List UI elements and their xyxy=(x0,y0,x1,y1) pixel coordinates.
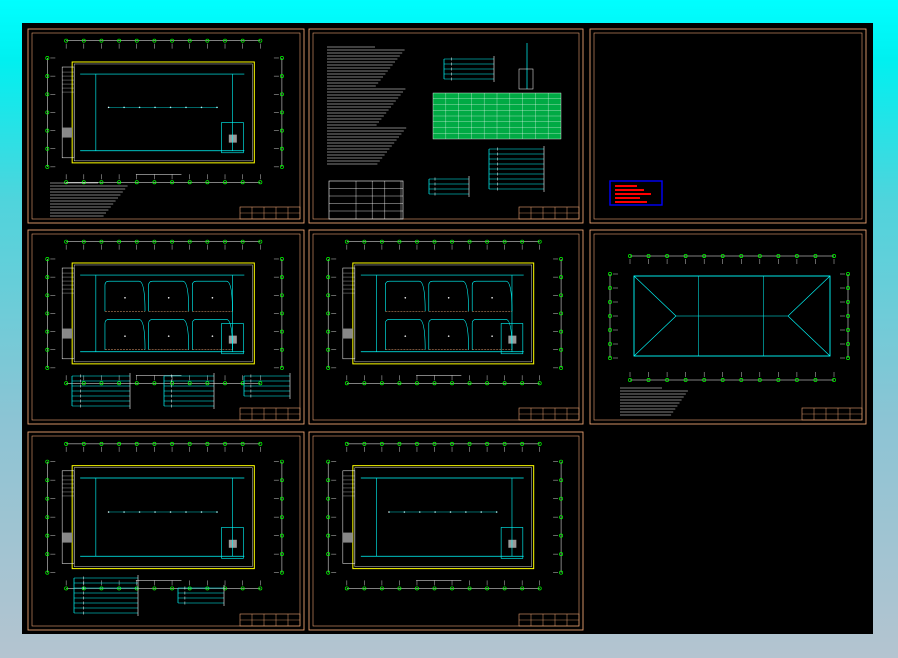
drawing-sheet-2[interactable] xyxy=(308,28,584,224)
cad-drawing xyxy=(27,28,867,631)
schedule-table xyxy=(328,180,404,220)
drawing-sheet-7[interactable] xyxy=(27,431,305,631)
drawing-sheet-4[interactable] xyxy=(27,229,305,425)
title-stamp xyxy=(609,180,663,206)
drawing-sheet-5[interactable] xyxy=(308,229,584,425)
equipment-table xyxy=(432,92,562,140)
drawing-sheet-1[interactable] xyxy=(27,28,305,224)
drawing-sheet-3[interactable] xyxy=(589,28,867,224)
drawing-canvas[interactable] xyxy=(22,23,873,634)
drawing-sheet-8[interactable] xyxy=(308,431,584,631)
drawing-sheet-6[interactable] xyxy=(589,229,867,425)
